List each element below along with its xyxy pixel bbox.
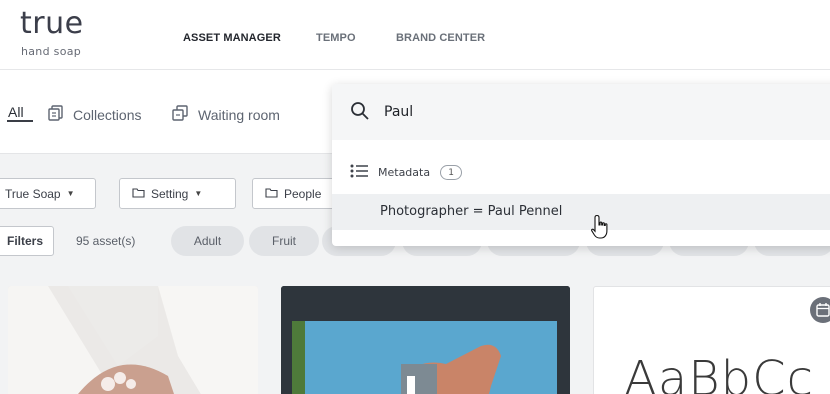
search-result-item[interactable]: Photographer = Paul Pennel xyxy=(332,194,830,230)
collections-icon xyxy=(47,104,65,125)
tab-all[interactable]: All xyxy=(8,104,24,120)
calendar-icon xyxy=(810,297,830,323)
tab-waiting-room-label: Waiting room xyxy=(198,106,280,123)
nav-asset-manager[interactable]: ASSET MANAGER xyxy=(183,32,281,44)
folder-icon xyxy=(132,187,145,201)
brand-filter-dropdown[interactable]: True Soap ▼ xyxy=(0,178,96,209)
asset-card-hands-washing[interactable] xyxy=(8,286,258,394)
setting-filter-label: Setting xyxy=(151,186,189,201)
tab-all-label: All xyxy=(8,104,24,120)
folder-icon xyxy=(265,187,278,201)
list-icon xyxy=(350,164,368,181)
search-dropdown: Metadata 1 Photographer = Paul Pennel xyxy=(332,84,830,246)
search-result-label: Photographer = Paul Pennel xyxy=(380,204,563,219)
logo-word[interactable]: true xyxy=(20,8,84,40)
search-bar xyxy=(332,84,830,140)
search-icon xyxy=(350,101,370,126)
chevron-down-icon: ▼ xyxy=(194,189,203,198)
tag-adult[interactable]: Adult xyxy=(171,226,244,256)
metadata-group-header: Metadata 1 xyxy=(350,164,463,181)
hand-holding-card-photo xyxy=(281,286,570,394)
tab-collections-label: Collections xyxy=(73,106,142,123)
search-input[interactable] xyxy=(384,101,804,123)
chevron-down-icon: ▼ xyxy=(66,189,75,198)
hand-cursor-icon xyxy=(590,214,612,240)
brand-filter-label: True Soap xyxy=(5,186,61,201)
nav-tempo[interactable]: TEMPO xyxy=(316,32,356,44)
asset-count: 95 asset(s) xyxy=(76,234,136,248)
active-tab-indicator xyxy=(7,120,33,122)
nav-brand-center[interactable]: BRAND CENTER xyxy=(396,32,485,44)
app-header: true hand soap ASSET MANAGER TEMPO BRAND… xyxy=(0,0,830,70)
metadata-group-label: Metadata xyxy=(378,166,431,179)
filters-button[interactable]: Filters xyxy=(0,226,54,256)
asset-card-typography[interactable]: AaBbCc xyxy=(593,286,830,394)
asset-card-hand-card[interactable] xyxy=(281,286,570,394)
tab-waiting-room[interactable]: Waiting room xyxy=(170,104,280,125)
people-filter-label: People xyxy=(284,186,322,201)
hands-washing-photo xyxy=(8,286,258,394)
tag-fruit[interactable]: Fruit xyxy=(249,226,319,256)
typography-sample: AaBbCc xyxy=(624,351,815,394)
waiting-room-icon xyxy=(170,104,190,125)
tab-collections[interactable]: Collections xyxy=(47,104,141,125)
setting-filter-dropdown[interactable]: Setting ▼ xyxy=(119,178,236,209)
metadata-count-badge: 1 xyxy=(440,165,463,180)
logo-subtitle: hand soap xyxy=(21,45,82,58)
